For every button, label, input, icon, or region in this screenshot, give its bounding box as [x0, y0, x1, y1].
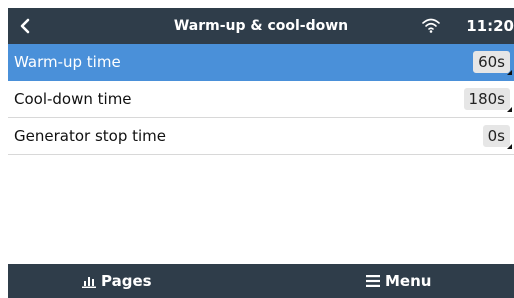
bar-chart-icon: [82, 274, 96, 288]
footer-bar: Pages Menu: [8, 264, 514, 298]
list-item-value[interactable]: 0s: [482, 125, 513, 149]
pages-button[interactable]: Pages: [82, 264, 152, 298]
clock: 11:20: [466, 17, 514, 35]
list-item-label: Cool-down time: [14, 90, 132, 108]
settings-list: Warm-up time 60s Cool-down time 180s Gen…: [8, 44, 514, 155]
wifi-icon: [422, 18, 440, 33]
list-item-warm-up-time[interactable]: Warm-up time 60s: [8, 44, 514, 81]
pages-label: Pages: [101, 272, 152, 290]
menu-button[interactable]: Menu: [366, 264, 431, 298]
list-item-label: Generator stop time: [14, 127, 166, 145]
hamburger-menu-icon: [366, 275, 380, 287]
menu-label: Menu: [385, 272, 432, 290]
list-item-generator-stop-time[interactable]: Generator stop time 0s: [8, 118, 514, 155]
list-item-cool-down-time[interactable]: Cool-down time 180s: [8, 81, 514, 118]
list-item-value[interactable]: 180s: [463, 88, 513, 112]
list-item-value[interactable]: 60s: [473, 51, 512, 75]
header-bar: Warm-up & cool-down 11:20: [8, 8, 514, 44]
screen: Warm-up & cool-down 11:20 Warm-up time 6…: [8, 8, 514, 298]
list-item-label: Warm-up time: [14, 53, 121, 71]
